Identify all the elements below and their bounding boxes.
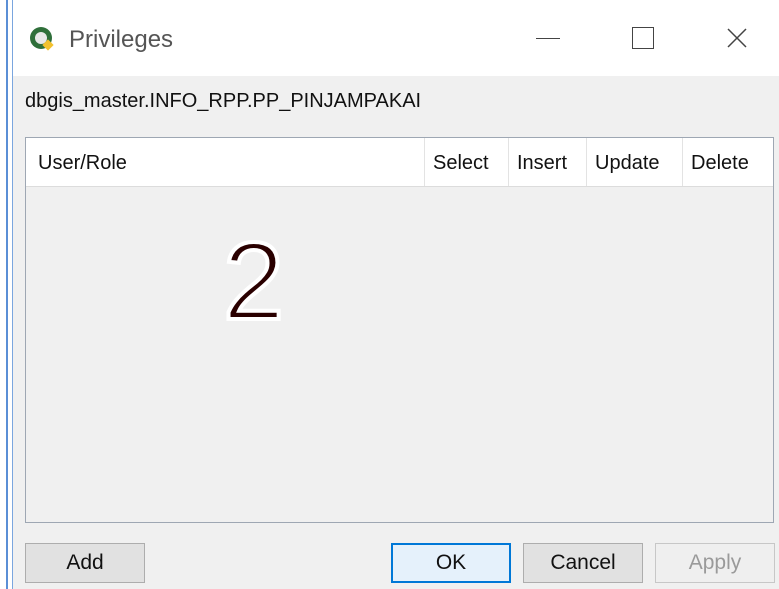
minimize-icon: [536, 37, 560, 39]
column-header-update[interactable]: Update: [587, 138, 683, 186]
qgis-app-icon: [30, 27, 54, 51]
minimize-button[interactable]: [518, 16, 578, 60]
close-button[interactable]: [707, 16, 767, 60]
window-title: Privileges: [69, 26, 174, 53]
privileges-dialog: Privileges dbgis_master.INFO_RPP.PP_PINJ…: [12, 0, 779, 589]
object-path-label: dbgis_master.INFO_RPP.PP_PINJAMPAKAI: [25, 90, 422, 112]
cancel-button[interactable]: Cancel: [523, 543, 643, 583]
add-button[interactable]: Add: [25, 543, 145, 583]
close-icon: [727, 28, 747, 48]
background-window-border: [6, 0, 8, 589]
column-header-select[interactable]: Select: [425, 138, 509, 186]
column-header-delete[interactable]: Delete: [683, 138, 773, 186]
annotation-number: 2: [221, 218, 286, 345]
privileges-table[interactable]: User/Role Select Insert Update Delete: [25, 137, 774, 523]
column-header-insert[interactable]: Insert: [509, 138, 587, 186]
maximize-button[interactable]: [613, 16, 673, 60]
title-bar: Privileges: [13, 0, 779, 76]
column-header-user-role[interactable]: User/Role: [26, 138, 425, 186]
table-header: User/Role Select Insert Update Delete: [26, 138, 773, 187]
maximize-icon: [632, 27, 654, 49]
ok-button[interactable]: OK: [391, 543, 511, 583]
apply-button[interactable]: Apply: [655, 543, 775, 583]
